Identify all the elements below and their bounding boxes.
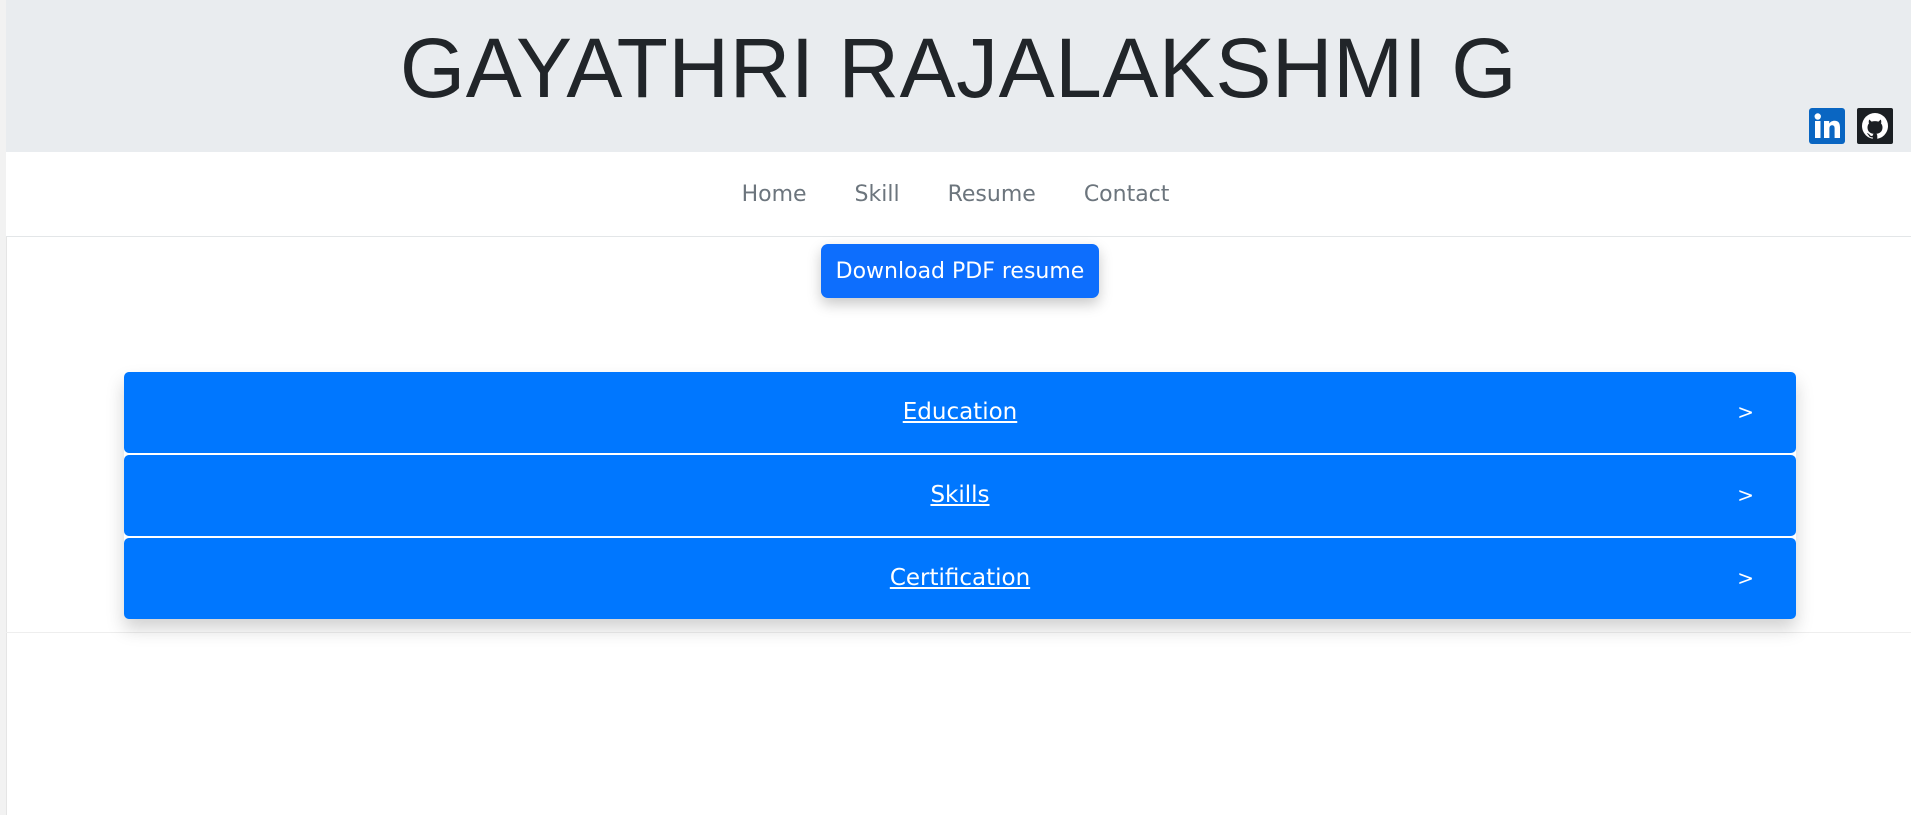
accordion-label-certification[interactable]: Certification <box>124 538 1796 619</box>
site-header: GAYATHRI RAJALAKSHMI G <box>6 0 1911 152</box>
accordion-item-education[interactable]: Education > <box>124 372 1796 453</box>
nav-contact[interactable]: Contact <box>1084 182 1170 207</box>
accordion-label-skills[interactable]: Skills <box>124 455 1796 536</box>
download-pdf-resume-button[interactable]: Download PDF resume <box>821 244 1099 298</box>
page: GAYATHRI RAJALAKSHMI G Home Skill Resume… <box>0 0 1911 815</box>
accordion-label-education[interactable]: Education <box>124 372 1796 453</box>
site-title: GAYATHRI RAJALAKSHMI G <box>399 21 1518 115</box>
nav-home[interactable]: Home <box>742 182 807 207</box>
github-icon <box>1857 108 1893 144</box>
github-link[interactable] <box>1857 108 1893 144</box>
nav-resume[interactable]: Resume <box>948 182 1036 207</box>
accordion-item-skills[interactable]: Skills > <box>124 455 1796 536</box>
accordion-item-certification[interactable]: Certification > <box>124 538 1796 619</box>
nav-links: Home Skill Resume Contact <box>742 182 1170 207</box>
nav-skill[interactable]: Skill <box>855 182 900 207</box>
chevron-right-icon: > <box>1737 400 1754 424</box>
chevron-right-icon: > <box>1737 566 1754 590</box>
chevron-right-icon: > <box>1737 483 1754 507</box>
resume-accordion: Education > Skills > Certification > <box>124 372 1796 619</box>
content-divider <box>6 632 1911 633</box>
linkedin-icon <box>1809 108 1845 144</box>
main-nav: Home Skill Resume Contact <box>6 152 1911 237</box>
linkedin-link[interactable] <box>1809 108 1845 144</box>
